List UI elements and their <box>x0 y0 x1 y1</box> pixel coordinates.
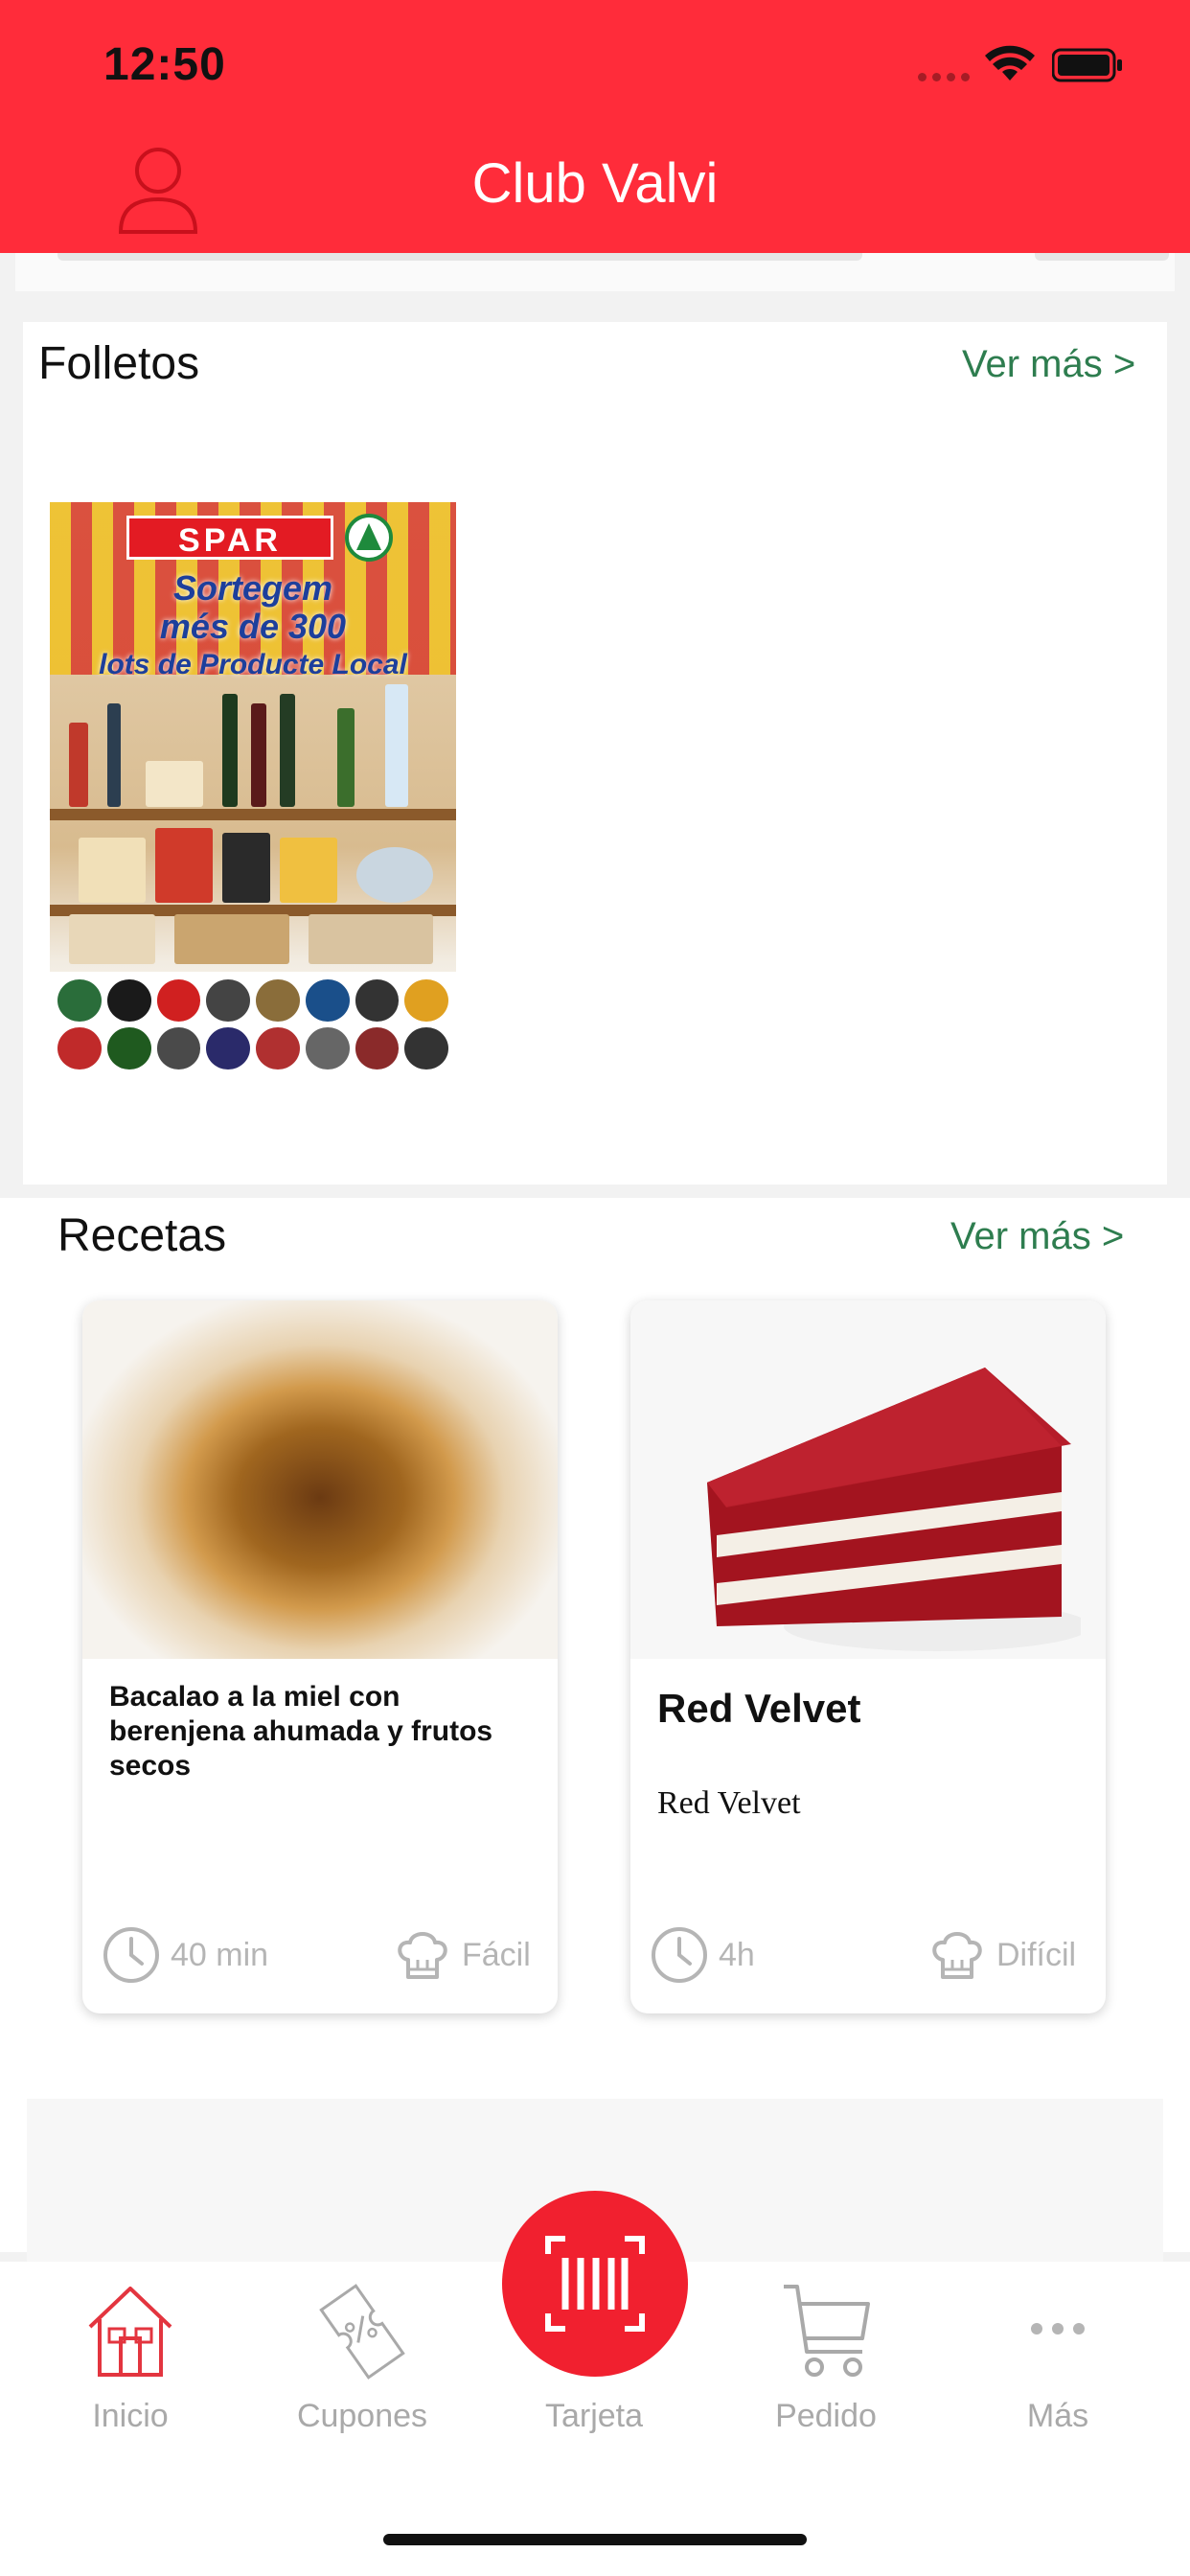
product-bottle <box>280 694 295 807</box>
flyer-card[interactable]: SPAR Sortegem més de 300 lots de Product… <box>50 502 456 1077</box>
tab-label: Cupones <box>296 2398 428 2434</box>
product-bottle <box>69 723 88 807</box>
product-box <box>174 914 289 964</box>
flyer-headline: Sortegem més de 300 lots de Producte Loc… <box>61 569 445 684</box>
cart-icon <box>784 2285 870 2377</box>
recipe-title: Red Velvet <box>657 1686 861 1731</box>
signal-icon <box>918 73 970 81</box>
flyer-headline-line1: Sortegem <box>172 568 333 608</box>
chef-hat-icon <box>398 1932 447 1979</box>
coupon-icon <box>319 2284 405 2380</box>
flyer-headline-line2: més de 300 <box>159 607 347 646</box>
product-bottle <box>107 703 121 807</box>
app-header: 12:50 Club Valvi <box>0 0 1190 253</box>
more-dots-icon <box>1031 2323 1085 2334</box>
spar-tree-icon <box>345 514 393 562</box>
tab-label: Más <box>1026 2398 1089 2434</box>
product-box <box>146 761 203 807</box>
product-plate <box>356 847 433 903</box>
recipe-title: Bacalao a la miel con berenjena ahumada … <box>109 1681 493 1782</box>
recipe-card[interactable]: Red Velvet Red Velvet 4h Difícil <box>630 1300 1106 2013</box>
product-box <box>222 833 270 903</box>
folletos-ver-mas-link[interactable]: Ver más > <box>962 343 1135 386</box>
recipe-image <box>82 1300 558 1659</box>
product-box <box>69 914 155 964</box>
tab-label: Pedido <box>775 2398 877 2434</box>
battery-icon <box>1052 48 1122 82</box>
tab-label: Tarjeta <box>544 2398 644 2434</box>
tab-inicio[interactable]: Inicio <box>15 2279 245 2434</box>
recipe-time: 4h <box>650 1925 755 1985</box>
home-indicator <box>383 2534 807 2545</box>
product-bottle <box>337 708 355 807</box>
tab-mas[interactable]: Más <box>943 2279 1173 2434</box>
product-bottle <box>251 703 266 807</box>
tab-cupones[interactable]: Cupones <box>247 2279 477 2434</box>
recipe-description: Red Velvet <box>657 1785 801 1821</box>
recetas-title: Recetas <box>57 1210 227 1261</box>
tab-tarjeta[interactable]: Tarjeta <box>479 2279 709 2434</box>
page-title: Club Valvi <box>471 152 719 215</box>
status-time: 12:50 <box>103 39 226 90</box>
wifi-icon <box>985 45 1035 80</box>
recipe-difficulty: Fácil <box>393 1925 531 1985</box>
recipe-difficulty: Difícil <box>927 1925 1076 1985</box>
clock-icon <box>652 1927 707 1983</box>
red-velvet-cake-image <box>707 1368 1081 1651</box>
flyer-brand-logo: SPAR <box>126 516 333 560</box>
product-box <box>280 838 337 903</box>
product-bottle <box>385 684 408 807</box>
recipe-time: 40 min <box>102 1925 268 1985</box>
tab-pedido[interactable]: Pedido <box>711 2279 941 2434</box>
folletos-title: Folletos <box>38 338 200 389</box>
carousel-shadow <box>57 253 862 261</box>
recipe-card[interactable]: Bacalao a la miel con berenjena ahumada … <box>82 1300 558 2013</box>
recetas-ver-mas-link[interactable]: Ver más > <box>950 1215 1124 1258</box>
flyer-brand-logos <box>50 972 456 1077</box>
carousel-shadow-next <box>1035 253 1169 261</box>
recipe-time-value: 40 min <box>171 1936 269 1973</box>
tab-label: Inicio <box>92 2398 169 2434</box>
clock-icon <box>103 1927 159 1983</box>
home-icon <box>88 2287 172 2377</box>
flyer-headline-line3: lots de Producte Local <box>99 649 407 680</box>
chef-hat-icon <box>932 1932 982 1979</box>
product-box <box>79 838 146 903</box>
product-box <box>155 828 213 903</box>
flyer-shelf <box>50 809 456 820</box>
recipe-image <box>630 1300 1106 1659</box>
product-bottle <box>222 694 238 807</box>
recipe-time-value: 4h <box>719 1936 755 1973</box>
recipe-difficulty-value: Difícil <box>996 1936 1077 1973</box>
recipe-difficulty-value: Fácil <box>462 1936 531 1973</box>
product-box <box>309 914 433 964</box>
